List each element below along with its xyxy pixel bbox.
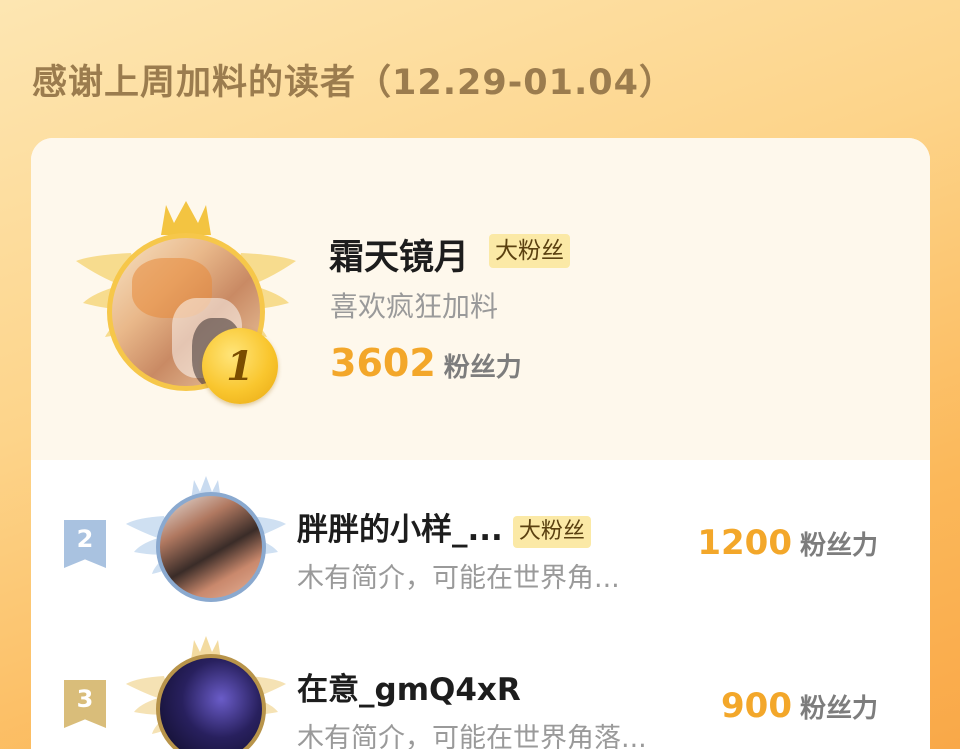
score-unit: 粉丝力	[799, 694, 878, 724]
fan-name-text: 胖胖的小样_...	[297, 512, 503, 548]
fan-bio: 喜欢疯狂加料	[330, 290, 499, 323]
score-unit: 粉丝力	[799, 531, 878, 561]
list-item[interactable]: 3 在意_gmQ4xR 木有简介，可能在世界角落... 900 粉丝力	[31, 628, 930, 749]
score-unit: 粉丝力	[443, 353, 522, 383]
fan-score: 900 粉丝力	[721, 686, 878, 726]
score-value: 1200	[697, 523, 792, 563]
fan-score: 1200 粉丝力	[697, 523, 878, 563]
rank-flag-icon: 3	[64, 680, 106, 728]
fan-score: 3602 粉丝力	[330, 341, 522, 385]
score-value: 900	[721, 686, 792, 726]
avatar[interactable]	[156, 492, 266, 602]
fan-level-badge: 大粉丝	[512, 515, 591, 548]
fan-bio: 木有简介，可能在世界角...	[297, 563, 620, 594]
score-value: 3602	[330, 341, 436, 385]
fan-ranking-card: 1 霜天镜月 大粉丝 喜欢疯狂加料 3602 粉丝力 2 胖胖的小样_... 大粉丝…	[31, 138, 930, 749]
fan-name[interactable]: 胖胖的小样_... 大粉丝	[297, 504, 591, 549]
fan-level-badge: 大粉丝	[489, 234, 570, 268]
fan-name[interactable]: 霜天镜月	[329, 229, 469, 280]
rank-flag-icon: 2	[64, 520, 106, 568]
crown-icon	[161, 201, 211, 235]
rank-medal-icon: 1	[202, 328, 278, 404]
page-title: 感谢上周加料的读者（12.29-01.04）	[32, 63, 675, 103]
fan-name[interactable]: 在意_gmQ4xR	[297, 664, 521, 709]
list-item[interactable]: 2 胖胖的小样_... 大粉丝 木有简介，可能在世界角... 1200 粉丝力	[31, 468, 930, 618]
top-fan-section[interactable]: 1 霜天镜月 大粉丝 喜欢疯狂加料 3602 粉丝力	[31, 138, 930, 460]
fan-bio: 木有简介，可能在世界角落...	[297, 723, 647, 749]
